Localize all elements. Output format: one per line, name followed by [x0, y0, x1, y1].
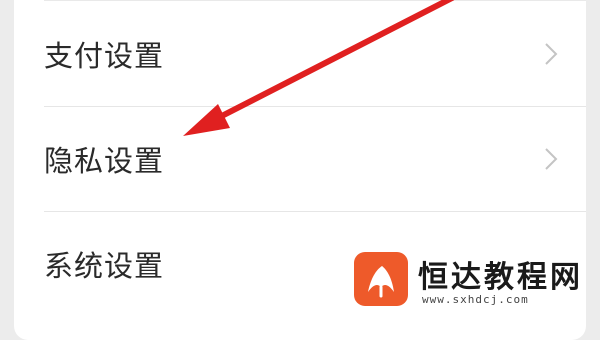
- watermark-logo-icon: [354, 252, 408, 306]
- watermark: 恒达教程网 www.sxhdcj.com: [350, 248, 598, 312]
- chevron-right-icon: [545, 148, 558, 170]
- settings-item-payment[interactable]: 支付设置: [14, 2, 586, 106]
- settings-item-label: 支付设置: [44, 39, 165, 73]
- chevron-right-icon: [545, 43, 558, 65]
- settings-item-privacy[interactable]: 隐私设置: [14, 107, 586, 211]
- divider: [44, 0, 586, 1]
- watermark-title: 恒达教程网: [418, 260, 583, 295]
- settings-item-label: 系统设置: [44, 249, 165, 283]
- watermark-url: www.sxhdcj.com: [422, 293, 529, 306]
- settings-item-label: 隐私设置: [44, 144, 165, 178]
